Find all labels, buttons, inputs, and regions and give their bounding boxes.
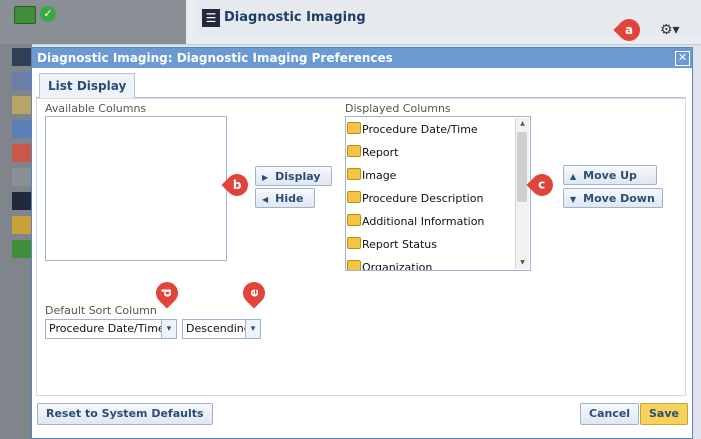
displayed-columns-label: Displayed Columns bbox=[345, 102, 451, 115]
sidebar-icon-3[interactable] bbox=[12, 96, 32, 114]
default-sort-label: Default Sort Column bbox=[45, 304, 157, 317]
preferences-dialog: Diagnostic Imaging: Diagnostic Imaging P… bbox=[31, 47, 693, 439]
sidebar-icon-6[interactable] bbox=[12, 168, 32, 186]
sidebar-icon-7[interactable] bbox=[12, 192, 32, 210]
chevron-down-icon: ▼ bbox=[570, 195, 577, 204]
scroll-thumb[interactable] bbox=[517, 132, 527, 202]
module-title: Diagnostic Imaging bbox=[224, 10, 366, 25]
topbar-left: ✓ bbox=[0, 0, 186, 44]
move-up-button[interactable]: ▲ Move Up bbox=[563, 165, 657, 185]
add-patient-icon[interactable] bbox=[14, 6, 36, 24]
lock-icon bbox=[347, 260, 361, 270]
lock-icon bbox=[347, 214, 361, 226]
gear-icon[interactable]: ⚙▾ bbox=[660, 20, 688, 40]
sort-order-select[interactable]: Descending ▾ bbox=[182, 319, 261, 339]
sidebar-icon-2[interactable] bbox=[12, 72, 32, 90]
list-item[interactable]: Report bbox=[346, 141, 530, 164]
chevron-down-icon[interactable]: ▾ bbox=[161, 320, 176, 338]
scroll-down-icon[interactable]: ▼ bbox=[516, 257, 529, 269]
lock-icon bbox=[347, 191, 361, 203]
cancel-button[interactable]: Cancel bbox=[580, 403, 640, 425]
available-columns-label: Available Columns bbox=[45, 102, 147, 115]
sidebar-icon-5[interactable] bbox=[12, 144, 32, 162]
list-item[interactable]: Report Status bbox=[346, 233, 530, 256]
list-item[interactable]: Image bbox=[346, 164, 530, 187]
displayed-columns-list[interactable]: Procedure Date/Time Report Image Procedu… bbox=[345, 116, 531, 271]
left-sidebar bbox=[0, 44, 32, 439]
list-item[interactable]: Procedure Date/Time bbox=[346, 118, 530, 141]
lock-icon bbox=[347, 122, 361, 134]
move-down-button[interactable]: ▼ Move Down bbox=[563, 188, 663, 208]
tab-list-display[interactable]: List Display bbox=[39, 73, 136, 98]
scroll-up-icon[interactable]: ▲ bbox=[516, 118, 529, 130]
sort-column-select[interactable]: Procedure Date/Time ▾ bbox=[45, 319, 177, 339]
lock-icon bbox=[347, 168, 361, 180]
sidebar-icon-4[interactable] bbox=[12, 120, 32, 138]
hide-button[interactable]: ◀ Hide bbox=[255, 188, 315, 208]
chevron-up-icon: ▲ bbox=[570, 172, 577, 181]
chevron-left-icon: ◀ bbox=[262, 195, 269, 204]
app-topbar: ✓ ☰ Diagnostic Imaging ⚙▾ bbox=[0, 0, 701, 45]
list-display-panel: Available Columns Displayed Columns Proc… bbox=[36, 98, 686, 396]
imaging-icon: ☰ bbox=[202, 9, 220, 27]
sidebar-icon-9[interactable] bbox=[12, 240, 32, 258]
dialog-title: Diagnostic Imaging: Diagnostic Imaging P… bbox=[32, 48, 692, 68]
chevron-down-icon[interactable]: ▾ bbox=[245, 320, 260, 338]
list-item[interactable]: Additional Information bbox=[346, 210, 530, 233]
sidebar-icon-8[interactable] bbox=[12, 216, 32, 234]
reset-defaults-button[interactable]: Reset to System Defaults bbox=[37, 403, 213, 425]
sidebar-icon-1[interactable] bbox=[12, 48, 32, 66]
close-icon[interactable]: ✕ bbox=[675, 51, 690, 66]
lock-icon bbox=[347, 145, 361, 157]
available-columns-list[interactable] bbox=[45, 116, 227, 261]
check-icon[interactable]: ✓ bbox=[40, 6, 56, 22]
display-button[interactable]: ▶ Display bbox=[255, 166, 332, 186]
list-scrollbar[interactable]: ▲ ▼ bbox=[515, 118, 529, 269]
list-item[interactable]: Procedure Description bbox=[346, 187, 530, 210]
dialog-tabbar: List Display bbox=[36, 70, 686, 98]
lock-icon bbox=[347, 237, 361, 249]
chevron-right-icon: ▶ bbox=[262, 173, 269, 182]
list-item[interactable]: Organization bbox=[346, 256, 530, 270]
save-button[interactable]: Save bbox=[640, 403, 688, 425]
